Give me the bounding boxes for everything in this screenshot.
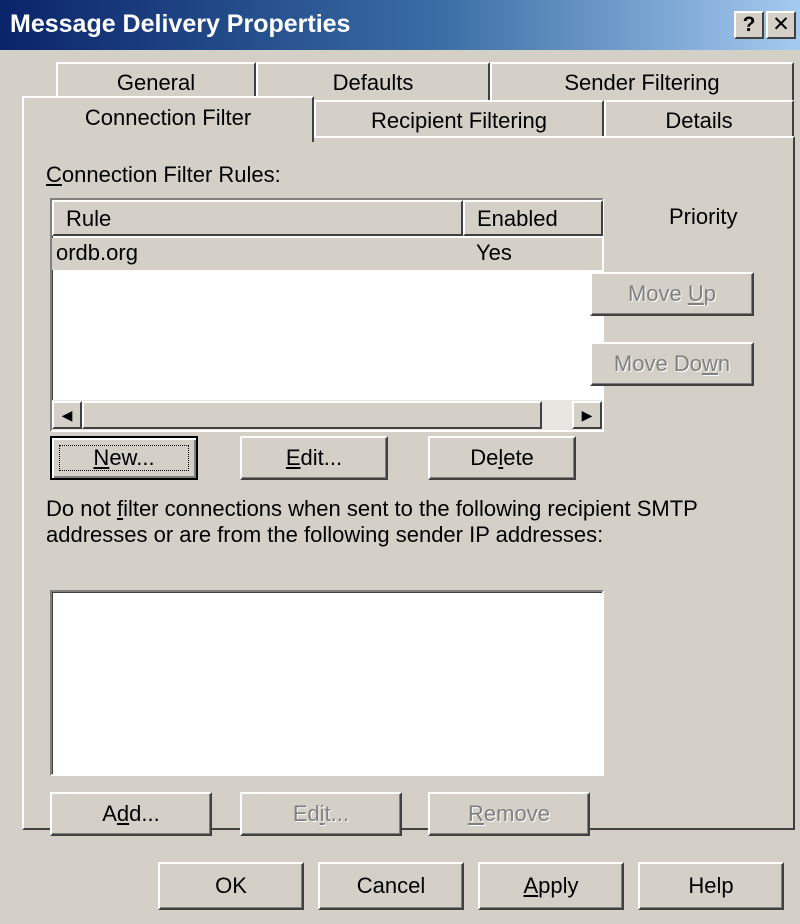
- help-icon[interactable]: ?: [734, 11, 764, 39]
- remove-exception-button[interactable]: Remove: [428, 792, 590, 836]
- priority-label: Priority: [669, 204, 738, 229]
- move-down-button[interactable]: Move Down: [590, 342, 754, 386]
- ok-button[interactable]: OK: [158, 862, 304, 910]
- title-bar: Message Delivery Properties ? ✕: [0, 0, 800, 50]
- close-icon[interactable]: ✕: [766, 11, 796, 39]
- help-button[interactable]: Help: [638, 862, 784, 910]
- tab-recipient-filtering[interactable]: Recipient Filtering: [314, 100, 604, 140]
- window-title: Message Delivery Properties: [10, 10, 351, 38]
- table-row[interactable]: ordb.org Yes: [52, 238, 602, 270]
- edit-exception-button[interactable]: Edit...: [240, 792, 402, 836]
- exceptions-list[interactable]: [50, 590, 604, 776]
- column-header-rule[interactable]: Rule: [52, 200, 463, 236]
- focus-rectangle: [59, 445, 189, 471]
- delete-rule-button[interactable]: Delete: [428, 436, 576, 480]
- exceptions-description: Do not filter connections when sent to t…: [46, 496, 698, 548]
- scroll-left-icon[interactable]: ◀: [52, 401, 82, 429]
- horizontal-scrollbar[interactable]: ◀ ▶: [52, 400, 602, 430]
- apply-button[interactable]: Apply: [478, 862, 624, 910]
- exceptions-description-line1: Do not filter connections when sent to t…: [46, 496, 698, 521]
- connection-filter-rules-label: Connection Filter Rules:: [46, 162, 281, 187]
- edit-rule-button[interactable]: Edit...: [240, 436, 388, 480]
- tab-details[interactable]: Details: [604, 100, 794, 140]
- rules-list[interactable]: Rule Enabled ordb.org Yes ◀ ▶: [50, 198, 604, 432]
- rule-name-cell: ordb.org: [56, 240, 138, 265]
- move-up-button[interactable]: Move Up: [590, 272, 754, 316]
- rule-enabled-cell: Yes: [476, 240, 512, 265]
- tab-connection-filter[interactable]: Connection Filter: [22, 96, 314, 142]
- scroll-thumb[interactable]: [82, 401, 542, 429]
- column-header-enabled[interactable]: Enabled: [463, 200, 603, 236]
- add-exception-button[interactable]: Add...: [50, 792, 212, 836]
- new-rule-button[interactable]: New...: [50, 436, 198, 480]
- tab-sender-filtering[interactable]: Sender Filtering: [490, 62, 794, 102]
- connection-filter-panel: Connection Filter Rules: Rule Enabled or…: [22, 136, 795, 836]
- exceptions-description-line2: addresses or are from the following send…: [46, 522, 604, 547]
- scroll-right-icon[interactable]: ▶: [572, 401, 602, 429]
- cancel-button[interactable]: Cancel: [318, 862, 464, 910]
